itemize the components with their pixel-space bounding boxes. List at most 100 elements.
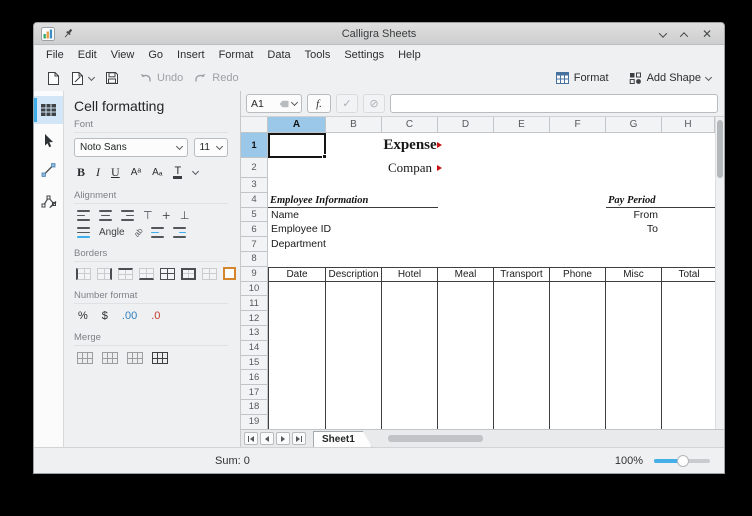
merge-cells-icon[interactable]	[77, 352, 93, 364]
row-header-17[interactable]: 17	[241, 385, 268, 400]
wrap-text-icon[interactable]	[77, 227, 90, 238]
cancel-formula-button[interactable]: ⊘	[363, 94, 385, 113]
first-sheet-button[interactable]	[244, 432, 258, 445]
row-header-3[interactable]: 3	[241, 178, 268, 193]
expense-table-column-meal[interactable]	[438, 282, 494, 429]
row-header-5[interactable]: 5	[241, 208, 268, 223]
menu-item-settings[interactable]: Settings	[337, 47, 391, 63]
border-none-icon[interactable]	[202, 268, 217, 280]
border-right-icon[interactable]	[97, 268, 112, 280]
font-color-button[interactable]: T	[173, 167, 182, 179]
cell-employee-information[interactable]: Employee Information	[268, 193, 438, 208]
column-header-B[interactable]: B	[326, 117, 382, 133]
valign-bottom-icon[interactable]: ⊥	[180, 210, 190, 221]
row-header-6[interactable]: 6	[241, 222, 268, 237]
underline-button[interactable]: U	[111, 165, 120, 180]
column-header-D[interactable]: D	[438, 117, 494, 133]
expense-table-header-misc[interactable]: Misc	[606, 268, 662, 281]
expense-table-column-phone[interactable]	[550, 282, 606, 429]
align-left-icon[interactable]	[77, 210, 90, 221]
format-button[interactable]: Format	[552, 68, 613, 88]
cell-from[interactable]: From	[606, 208, 658, 223]
font-size-select[interactable]: 11	[194, 138, 228, 157]
row-header-15[interactable]: 15	[241, 356, 268, 371]
column-header-H[interactable]: H	[662, 117, 715, 133]
row-header-8[interactable]: 8	[241, 252, 268, 267]
row-header-12[interactable]: 12	[241, 311, 268, 326]
open-dropdown-chevron[interactable]	[88, 73, 95, 80]
menu-item-data[interactable]: Data	[260, 47, 297, 63]
sheet-grid[interactable]: ABCDEFGH 12345678910111213141516171819 E…	[241, 117, 715, 429]
column-header-F[interactable]: F	[550, 117, 606, 133]
previous-sheet-button[interactable]	[260, 432, 274, 445]
menu-item-file[interactable]: File	[39, 47, 71, 63]
expense-table-column-misc[interactable]	[606, 282, 662, 429]
font-family-select[interactable]: Noto Sans	[74, 138, 188, 157]
expense-table-column-transport[interactable]	[494, 282, 550, 429]
row-header-13[interactable]: 13	[241, 326, 268, 341]
column-header-E[interactable]: E	[494, 117, 550, 133]
decrease-precision-button[interactable]: .0	[151, 310, 160, 322]
new-document-button[interactable]	[43, 68, 64, 88]
expense-table-header-date[interactable]: Date	[268, 268, 326, 281]
menu-item-tools[interactable]: Tools	[298, 47, 338, 63]
cell-to[interactable]: To	[606, 222, 658, 237]
cell-company[interactable]: Compan	[382, 158, 438, 178]
row-header-14[interactable]: 14	[241, 341, 268, 356]
bold-button[interactable]: B	[77, 165, 85, 180]
expense-table-header-transport[interactable]: Transport	[494, 268, 550, 281]
next-sheet-button[interactable]	[276, 432, 290, 445]
valign-middle-icon[interactable]: +	[162, 210, 171, 221]
zoom-slider[interactable]	[654, 459, 710, 463]
connector-tool-button[interactable]	[34, 156, 63, 184]
font-color-chevron[interactable]	[192, 168, 199, 175]
last-sheet-button[interactable]	[292, 432, 306, 445]
align-center-icon[interactable]	[99, 210, 112, 221]
row-header-10[interactable]: 10	[241, 282, 268, 297]
expense-table-header-total[interactable]: Total	[662, 268, 715, 281]
vertical-scrollbar-thumb[interactable]	[717, 120, 723, 178]
percent-format-button[interactable]: %	[78, 310, 88, 322]
cell-reference-box[interactable]: A1	[246, 94, 302, 113]
zoom-slider-knob[interactable]	[677, 455, 689, 467]
subscript-button[interactable]: Aₐ	[152, 167, 162, 178]
expense-table-header-description[interactable]: Description	[326, 268, 382, 281]
dissociate-cells-icon[interactable]	[152, 352, 168, 364]
superscript-button[interactable]: Aᵃ	[131, 167, 141, 178]
column-header-G[interactable]: G	[606, 117, 662, 133]
add-shape-chevron[interactable]	[705, 73, 712, 80]
path-edit-tool-button[interactable]	[34, 186, 63, 214]
menu-item-view[interactable]: View	[104, 47, 142, 63]
apply-formula-button[interactable]: ✓	[336, 94, 358, 113]
column-header-C[interactable]: C	[382, 117, 438, 133]
minimize-button[interactable]	[660, 25, 666, 43]
maximize-button[interactable]	[681, 25, 687, 43]
cell-selection-a1[interactable]	[268, 133, 326, 158]
border-bottom-icon[interactable]	[139, 268, 154, 280]
selection-tool-button[interactable]	[34, 126, 63, 154]
row-header-16[interactable]: 16	[241, 370, 268, 385]
merge-horizontal-icon[interactable]	[102, 352, 118, 364]
redo-button[interactable]: Redo	[190, 68, 242, 88]
border-top-icon[interactable]	[118, 268, 133, 280]
menu-item-go[interactable]: Go	[141, 47, 170, 63]
rotate-text-icon[interactable]: ab	[132, 226, 145, 239]
cell-reference-chevron[interactable]	[291, 99, 298, 106]
expense-table-column-date[interactable]	[268, 282, 326, 429]
row-header-19[interactable]: 19	[241, 415, 268, 429]
row-header-7[interactable]: 7	[241, 237, 268, 252]
currency-format-button[interactable]: $	[102, 310, 108, 322]
menu-item-format[interactable]: Format	[212, 47, 261, 63]
selection-fill-handle[interactable]	[322, 154, 327, 159]
increase-precision-button[interactable]: .00	[122, 310, 137, 322]
decrease-indent-icon[interactable]	[151, 227, 164, 238]
increase-indent-icon[interactable]	[173, 227, 186, 238]
border-color-swatch[interactable]	[223, 267, 236, 280]
cell-name[interactable]: Name	[271, 208, 299, 223]
cell-department[interactable]: Department	[271, 237, 326, 252]
row-header-11[interactable]: 11	[241, 296, 268, 311]
expense-table-column-total[interactable]	[662, 282, 715, 429]
column-header-A[interactable]: A	[268, 117, 326, 133]
align-right-icon[interactable]	[121, 210, 134, 221]
menu-item-edit[interactable]: Edit	[71, 47, 104, 63]
